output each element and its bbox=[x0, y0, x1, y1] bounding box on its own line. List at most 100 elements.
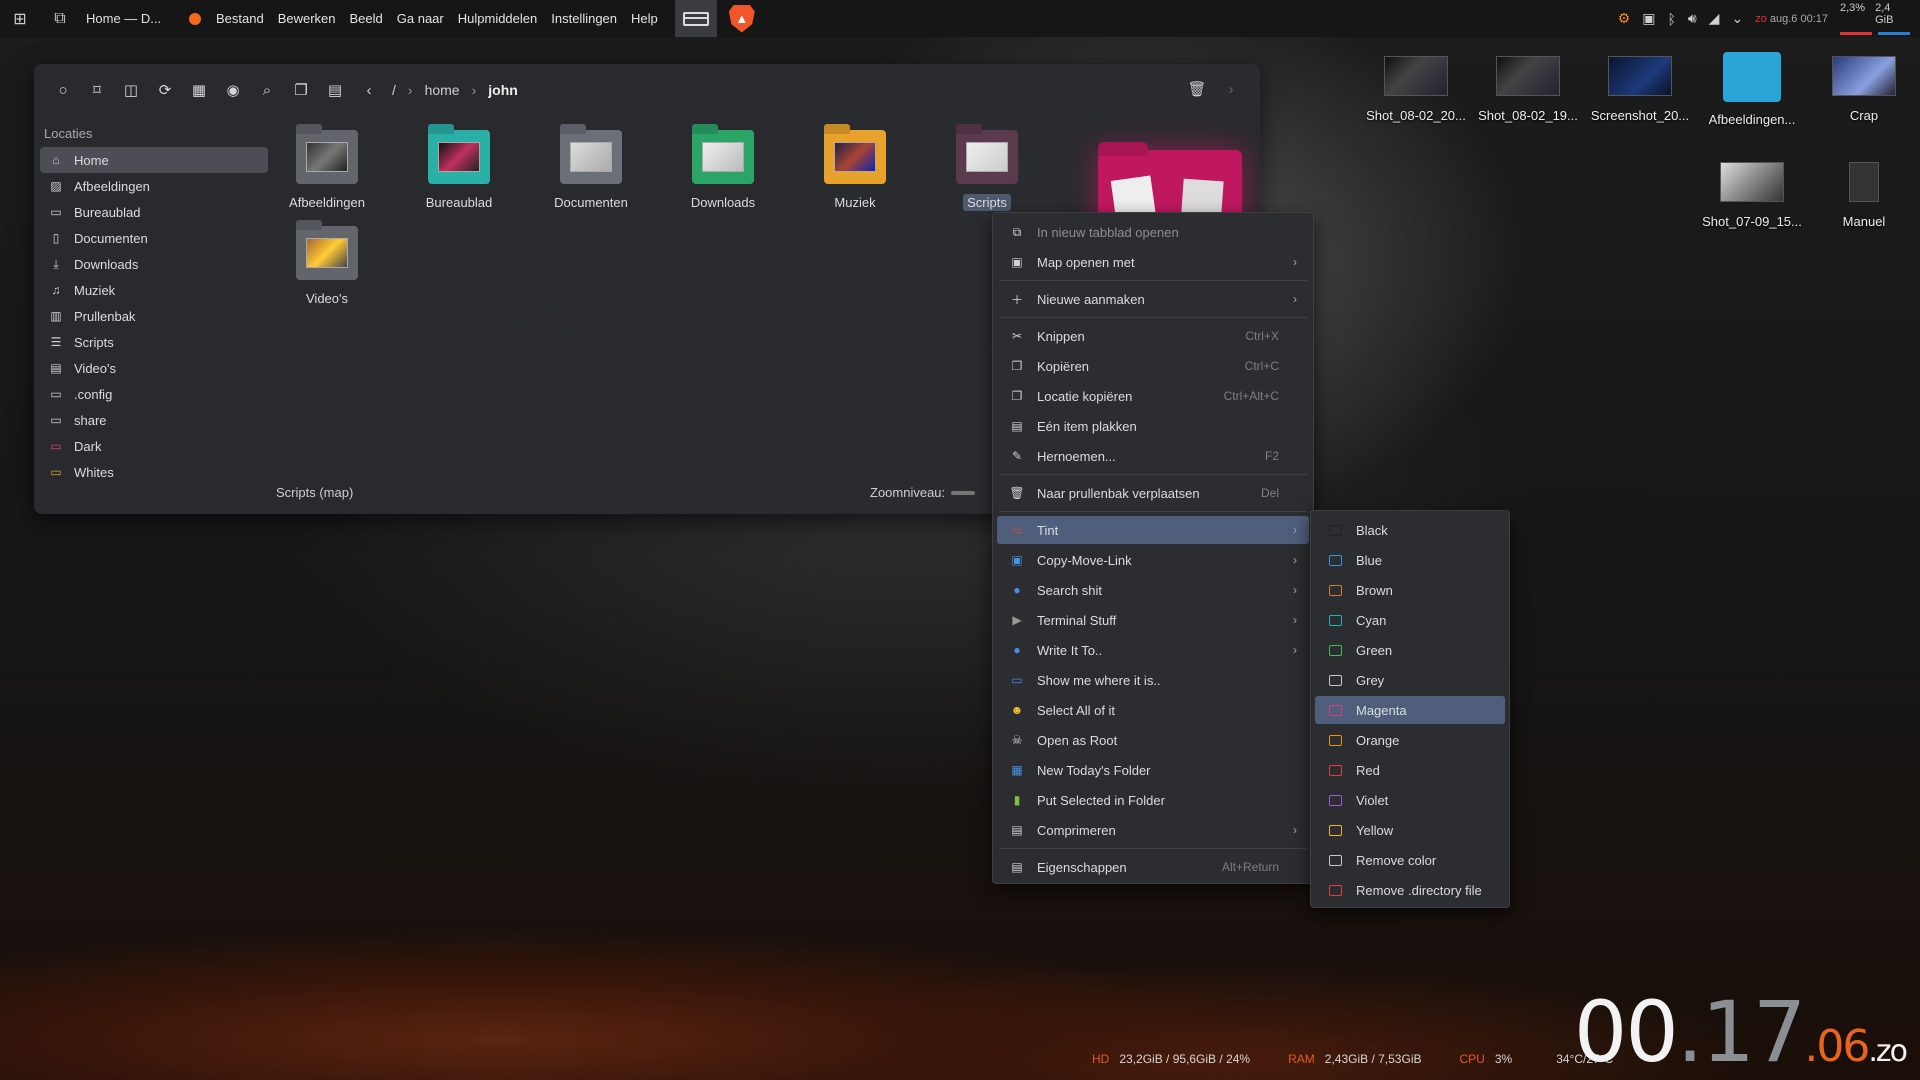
bluetooth-icon[interactable]: ᛒ bbox=[1667, 11, 1675, 27]
desktop-icon[interactable]: Manuel bbox=[1808, 162, 1920, 229]
menu-paste-one[interactable]: ▤ Eén item plakken bbox=[997, 412, 1309, 440]
sidebar-item-downloads[interactable]: ⤓ Downloads bbox=[40, 251, 268, 277]
eye-icon[interactable]: ◉ bbox=[216, 73, 250, 107]
copy-icon[interactable]: ❐ bbox=[284, 73, 318, 107]
sidebar-item-dark[interactable]: ▭ Dark bbox=[40, 433, 268, 459]
tint-grey[interactable]: Grey bbox=[1315, 666, 1505, 694]
menu-bestand[interactable]: Bestand bbox=[209, 11, 271, 26]
sidebar-item-whites[interactable]: ▭ Whites bbox=[40, 459, 268, 485]
trash-icon[interactable]: 🗑︎ bbox=[1182, 74, 1212, 104]
menu-open-with[interactable]: ▣ Map openen met › bbox=[997, 248, 1309, 276]
tray-clock[interactable]: zo aug.6 00:17 bbox=[1755, 13, 1828, 25]
menu-beeld[interactable]: Beeld bbox=[343, 11, 390, 26]
tint-yellow[interactable]: Yellow bbox=[1315, 816, 1505, 844]
tint-remove-directory-file[interactable]: Remove .directory file bbox=[1315, 876, 1505, 904]
sidebar-item-scripts[interactable]: ☰ Scripts bbox=[40, 329, 268, 355]
folder-icon: ▭ bbox=[50, 387, 62, 401]
breadcrumb-home[interactable]: home bbox=[425, 82, 460, 98]
tint-brown[interactable]: Brown bbox=[1315, 576, 1505, 604]
sidebar-item-config[interactable]: ▭ .config bbox=[40, 381, 268, 407]
desktop-icon[interactable]: Screenshot_20... bbox=[1584, 56, 1696, 123]
brave-browser-icon[interactable]: ▲ bbox=[728, 4, 755, 33]
menu-ga-naar[interactable]: Ga naar bbox=[390, 11, 451, 26]
folder-item[interactable]: Scripts bbox=[932, 130, 1042, 211]
sidebar-item-afbeeldingen[interactable]: ▨ Afbeeldingen bbox=[40, 173, 268, 199]
app-launcher-icon[interactable]: ⊞ bbox=[0, 0, 40, 37]
menu-write-it-to[interactable]: ● Write It To.. › bbox=[997, 636, 1309, 664]
menu-select-all[interactable]: ☻ Select All of it bbox=[997, 696, 1309, 724]
window-title[interactable]: Home — D... bbox=[86, 11, 181, 26]
desktop-icon[interactable]: Shot_08-02_19... bbox=[1472, 56, 1584, 123]
sidebar-item-home[interactable]: ⌂ Home bbox=[40, 147, 268, 173]
menu-copy-location[interactable]: ❐ Locatie kopiëren Ctrl+Alt+C bbox=[997, 382, 1309, 410]
screenshot-icon[interactable]: ⧉ bbox=[40, 0, 80, 37]
tint-blue[interactable]: Blue bbox=[1315, 546, 1505, 574]
tint-black[interactable]: Black bbox=[1315, 516, 1505, 544]
menu-hulpmiddelen[interactable]: Hulpmiddelen bbox=[451, 11, 545, 26]
menu-instellingen[interactable]: Instellingen bbox=[544, 11, 624, 26]
desktop-icon-label: Afbeeldingen... bbox=[1708, 112, 1796, 127]
menu-new-today-folder[interactable]: ▦ New Today's Folder bbox=[997, 756, 1309, 784]
menu-show-location[interactable]: ▭ Show me where it is.. bbox=[997, 666, 1309, 694]
taskbar-file-manager[interactable] bbox=[674, 0, 717, 37]
sidebar-item-prullenbak[interactable]: ▥ Prullenbak bbox=[40, 303, 268, 329]
menu-copy[interactable]: ❐ Kopiëren Ctrl+C bbox=[997, 352, 1309, 380]
menu-rename[interactable]: ✎ Hernoemen... F2 bbox=[997, 442, 1309, 470]
sidebar-item-muziek[interactable]: ♫ Muziek bbox=[40, 277, 268, 303]
menu-bewerken[interactable]: Bewerken bbox=[271, 11, 343, 26]
split-view-icon[interactable]: ◫ bbox=[114, 73, 148, 107]
menu-open-new-tab[interactable]: ⧉ In nieuw tabblad openen bbox=[997, 218, 1309, 246]
search-icon[interactable]: ⌕ bbox=[250, 73, 284, 107]
grid-view-icon[interactable]: ▦ bbox=[182, 73, 216, 107]
tint-orange[interactable]: Orange bbox=[1315, 726, 1505, 754]
tint-cyan[interactable]: Cyan bbox=[1315, 606, 1505, 634]
sidebar-item-bureaublad[interactable]: ▭ Bureaublad bbox=[40, 199, 268, 225]
folder-item[interactable]: Muziek bbox=[800, 130, 910, 211]
menu-put-in-folder[interactable]: ▮ Put Selected in Folder bbox=[997, 786, 1309, 814]
folder-item[interactable]: Bureaublad bbox=[404, 130, 514, 211]
menu-open-as-root[interactable]: ☠ Open as Root bbox=[997, 726, 1309, 754]
tint-violet[interactable]: Violet bbox=[1315, 786, 1505, 814]
refresh-icon[interactable]: ⟳ bbox=[148, 73, 182, 107]
folder-item[interactable]: Afbeeldingen bbox=[272, 130, 382, 211]
tint-green[interactable]: Green bbox=[1315, 636, 1505, 664]
menu-properties[interactable]: ▤ Eigenschappen Alt+Return bbox=[997, 853, 1309, 881]
zoom-slider[interactable] bbox=[951, 490, 976, 495]
menu-move-to-trash[interactable]: 🗑︎ Naar prullenbak verplaatsen Del bbox=[997, 479, 1309, 507]
desktop-icon[interactable]: Shot_07-09_15... bbox=[1696, 162, 1808, 229]
bookmark-icon[interactable]: ⌑ bbox=[80, 73, 114, 107]
zoom-control[interactable]: Zoomniveau: bbox=[870, 485, 976, 500]
desktop-icon[interactable]: Afbeeldingen... bbox=[1696, 52, 1808, 127]
circle-icon[interactable]: ○ bbox=[46, 73, 80, 107]
tint-magenta[interactable]: Magenta bbox=[1315, 696, 1505, 724]
tint-remove-color[interactable]: Remove color bbox=[1315, 846, 1505, 874]
menu-terminal[interactable]: ▶ Terminal Stuff › bbox=[997, 606, 1309, 634]
menu-tint[interactable]: ▭ Tint › bbox=[997, 516, 1309, 544]
sidebar-item-videos[interactable]: ▤ Video's bbox=[40, 355, 268, 381]
clipboard-icon[interactable]: ▣ bbox=[1642, 10, 1655, 27]
network-icon[interactable]: ◢ bbox=[1709, 10, 1720, 27]
chevron-down-icon[interactable]: ⌄ bbox=[1731, 10, 1743, 27]
system-monitor[interactable]: 2,3% 2,4 GiB bbox=[1840, 2, 1910, 35]
menu-copy-move-link[interactable]: ▣ Copy-Move-Link › bbox=[997, 546, 1309, 574]
menu-create-new[interactable]: ＋ Nieuwe aanmaken › bbox=[997, 285, 1309, 313]
folder-item[interactable]: Documenten bbox=[536, 130, 646, 211]
update-icon[interactable]: ⚙ bbox=[1618, 10, 1631, 27]
breadcrumb-root[interactable]: / bbox=[392, 82, 396, 98]
tint-red[interactable]: Red bbox=[1315, 756, 1505, 784]
forward-icon[interactable]: › bbox=[1216, 74, 1246, 104]
menu-compress[interactable]: ▤ Comprimeren › bbox=[997, 816, 1309, 844]
back-icon[interactable]: ‹ bbox=[352, 73, 386, 107]
desktop-icon[interactable]: Shot_08-02_20... bbox=[1360, 56, 1472, 123]
menu-search[interactable]: ● Search shit › bbox=[997, 576, 1309, 604]
sidebar-item-documenten[interactable]: ▯ Documenten bbox=[40, 225, 268, 251]
menu-help[interactable]: Help bbox=[624, 11, 665, 26]
breadcrumb-current[interactable]: john bbox=[488, 82, 518, 98]
folder-item[interactable]: Downloads bbox=[668, 130, 778, 211]
folder-item[interactable]: Video's bbox=[272, 226, 382, 307]
volume-icon[interactable]: 🔊︎ bbox=[1688, 10, 1697, 27]
menu-cut[interactable]: ✂ Knippen Ctrl+X bbox=[997, 322, 1309, 350]
desktop-icon[interactable]: Crap bbox=[1808, 56, 1920, 123]
sidebar-item-share[interactable]: ▭ share bbox=[40, 407, 268, 433]
paste-icon[interactable]: ▤ bbox=[318, 73, 352, 107]
